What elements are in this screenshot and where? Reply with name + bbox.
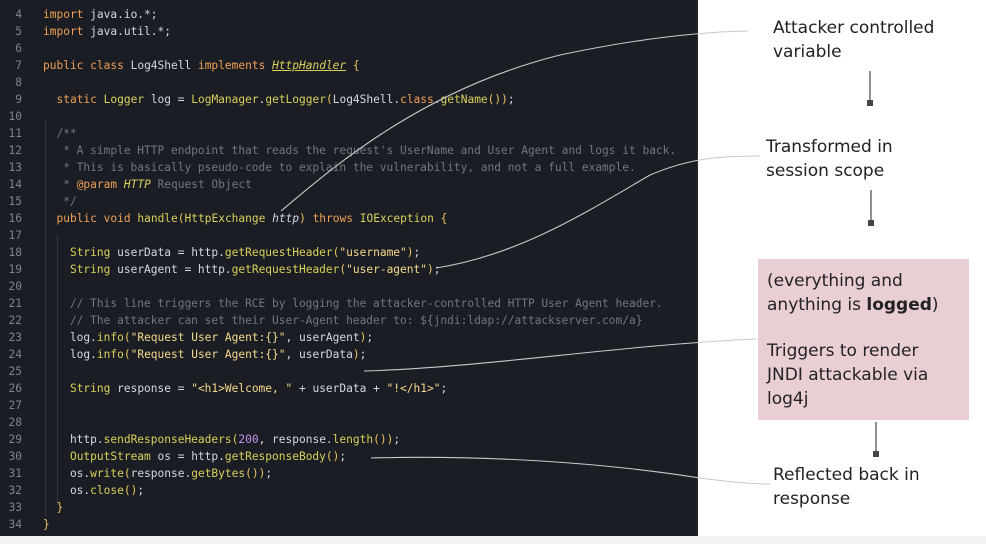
arrow-triggers	[363, 338, 757, 372]
annotation-text: session scope	[766, 161, 885, 181]
annotation-text: variable	[773, 42, 842, 62]
arrow-attacker-controlled	[280, 30, 749, 212]
annotation-text-part: anything is	[767, 295, 867, 315]
bottom-strip	[0, 536, 986, 544]
annotation-text: Transformed in	[766, 137, 893, 157]
annotation-triggers: Triggers to render JNDI attackable via l…	[767, 339, 928, 411]
annotation-text: (everything and	[767, 271, 903, 291]
annotation-text: Attacker controlled	[773, 18, 935, 38]
annotation-text-bold: logged	[866, 295, 932, 315]
annotation-text: Reflected back in	[773, 465, 920, 485]
annotation-text: log4j	[767, 389, 809, 409]
arrow-reflected	[370, 456, 771, 485]
annotation-text: Triggers to render	[767, 341, 919, 361]
annotation-text-part: )	[931, 295, 939, 315]
annotation-text: response	[773, 489, 851, 509]
annotation-attacker-controlled: Attacker controlled variable	[773, 16, 934, 64]
annotation-text: anything is logged)	[767, 293, 939, 317]
arrow-transformed	[435, 155, 761, 269]
annotation-text: JNDI attackable via	[767, 365, 929, 385]
annotation-transformed: Transformed in session scope	[766, 135, 893, 183]
annotation-reflected: Reflected back in response	[773, 463, 920, 511]
annotation-everything-logged: (everything and anything is logged)	[767, 269, 939, 317]
